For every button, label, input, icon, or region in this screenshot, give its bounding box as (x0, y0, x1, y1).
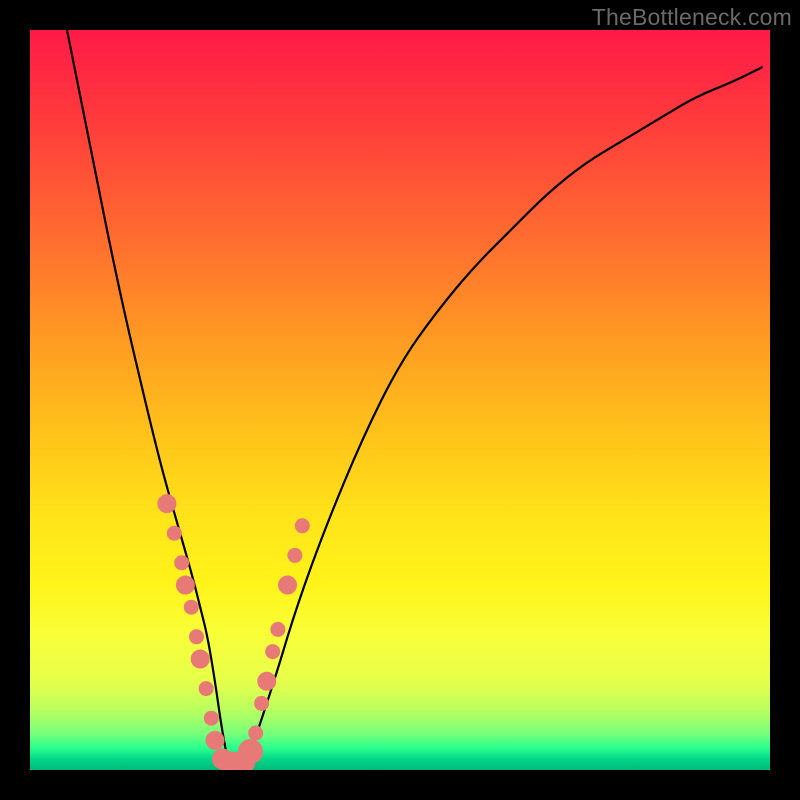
marker-dot (239, 740, 263, 764)
marker-dot (255, 696, 269, 710)
marker-dots (158, 495, 309, 770)
marker-dot (204, 711, 218, 725)
marker-dot (167, 526, 181, 540)
marker-dot (176, 576, 194, 594)
marker-dot (249, 726, 263, 740)
marker-dot (158, 495, 176, 513)
marker-dot (266, 645, 280, 659)
bottleneck-curve (67, 30, 763, 770)
marker-dot (295, 519, 309, 533)
marker-dot (279, 576, 297, 594)
marker-dot (258, 672, 276, 690)
chart-frame (30, 30, 770, 770)
marker-dot (190, 630, 204, 644)
marker-dot (206, 731, 224, 749)
marker-dot (271, 622, 285, 636)
marker-dot (184, 600, 198, 614)
watermark-text: TheBottleneck.com (592, 4, 792, 31)
marker-dot (191, 650, 209, 668)
marker-dot (199, 682, 213, 696)
chart-svg (30, 30, 770, 770)
marker-dot (175, 556, 189, 570)
marker-dot (288, 548, 302, 562)
